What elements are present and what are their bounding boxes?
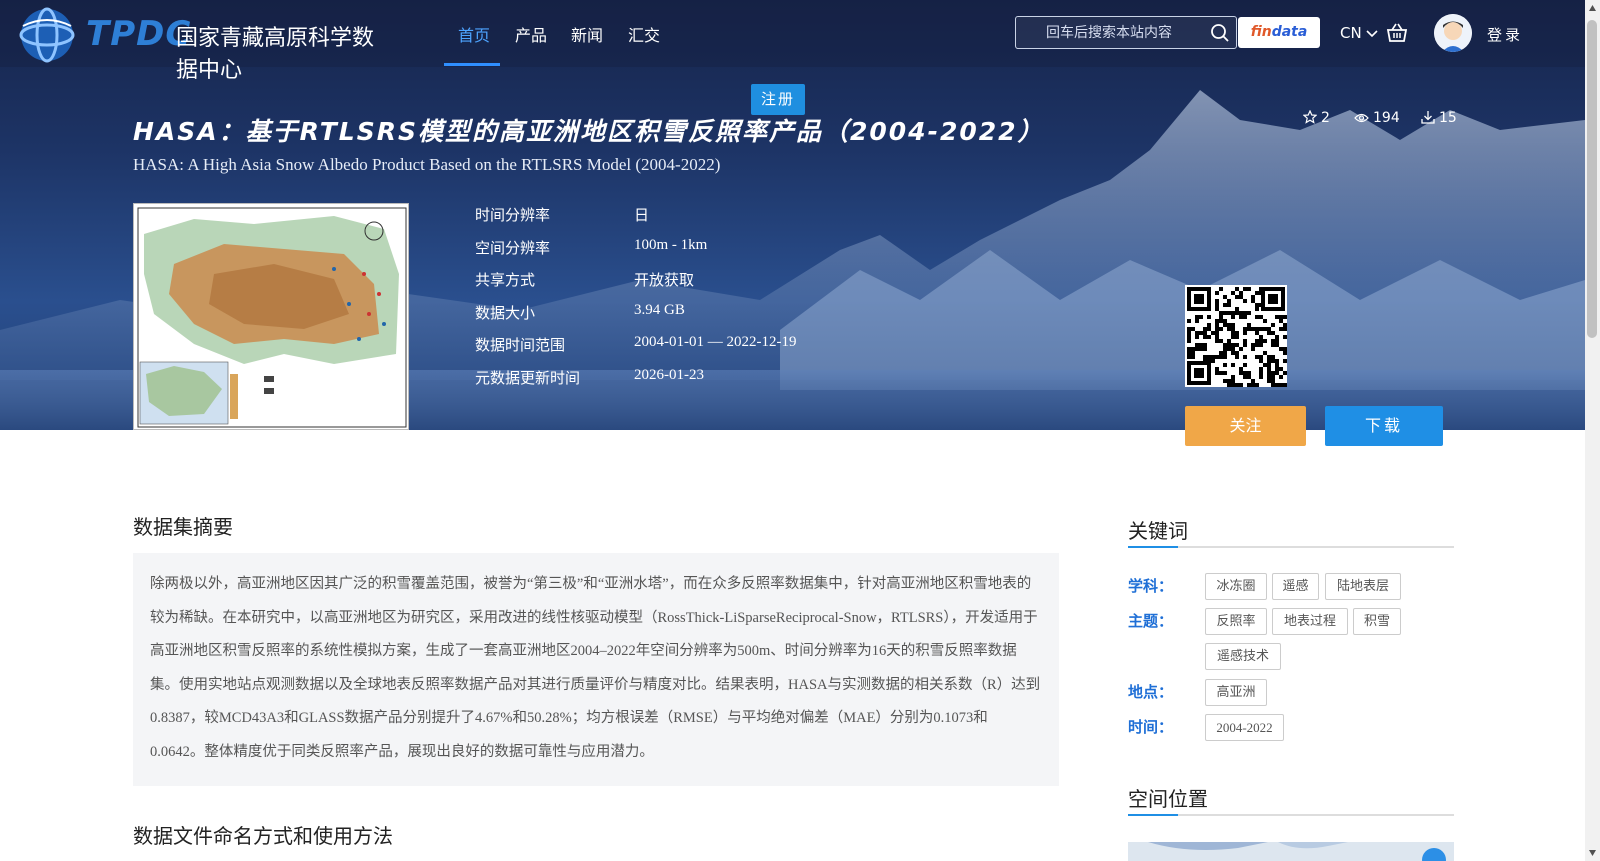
star-count[interactable]: 2	[1302, 109, 1330, 126]
site-logo[interactable]: TPDC 国家青藏高原科学数据中心	[14, 4, 394, 83]
keyword-tag[interactable]: 遥感技术	[1205, 643, 1281, 670]
spatial-heading: 空间位置	[1128, 787, 1208, 811]
star-count-value: 2	[1321, 110, 1330, 126]
scrollbar-thumb[interactable]	[1587, 20, 1597, 338]
language-label: CN	[1340, 24, 1362, 42]
view-count: 194	[1354, 110, 1400, 126]
follow-button[interactable]: 关注	[1185, 406, 1306, 446]
findata-right-text: data	[1271, 24, 1308, 40]
dataset-subtitle: HASA: A High Asia Snow Albedo Product Ba…	[133, 155, 721, 174]
info-value-time-range: 2004-01-01 — 2022-12-19	[634, 334, 797, 350]
keywords-heading: 关键词	[1128, 519, 1188, 543]
abstract-box: 除两极以外，高亚洲地区因其广泛的积雪覆盖范围，被誉为“第三极”和“亚洲水塔”，而…	[133, 553, 1059, 786]
page-scrollbar[interactable]	[1585, 0, 1600, 861]
keywords-divider	[1128, 546, 1454, 548]
info-value-data-size: 3.94 GB	[634, 302, 685, 318]
search-input[interactable]	[1046, 23, 1206, 43]
qr-code	[1185, 285, 1287, 387]
search-icon[interactable]	[1210, 23, 1230, 43]
info-label-spatial-resolution: 空间分辨率	[475, 239, 551, 257]
info-label-data-size: 数据大小	[475, 304, 536, 322]
info-value-metadata-updated: 2026-01-23	[634, 367, 704, 383]
keyword-tag[interactable]: 陆地表层	[1325, 573, 1401, 600]
avatar-icon	[1434, 14, 1472, 52]
qr-code-image	[1185, 285, 1287, 387]
scroll-down-icon[interactable]	[1588, 849, 1597, 857]
nav-products[interactable]: 产品	[515, 22, 547, 46]
download-button[interactable]: 下载	[1325, 406, 1443, 446]
download-icon	[1421, 111, 1435, 124]
keyword-tag[interactable]: 积雪	[1353, 608, 1401, 635]
findata-button[interactable]: findata	[1238, 17, 1320, 48]
search-box[interactable]	[1015, 16, 1237, 49]
eye-icon	[1354, 113, 1369, 123]
info-value-spatial-resolution: 100m - 1km	[634, 237, 708, 253]
study-area-map-image	[137, 207, 407, 428]
map-image	[1128, 842, 1454, 861]
download-count-value: 15	[1439, 110, 1457, 126]
dataset-thumbnail[interactable]	[133, 203, 409, 430]
findata-left-text: fin	[1250, 24, 1272, 40]
login-link[interactable]: 登录	[1487, 24, 1523, 45]
register-button[interactable]: 注册	[751, 84, 805, 115]
info-value-sharing: 开放获取	[634, 273, 695, 289]
keyword-tag[interactable]: 高亚洲	[1205, 679, 1267, 706]
keyword-tag[interactable]: 反照率	[1205, 608, 1267, 635]
cart-icon[interactable]	[1386, 22, 1408, 44]
info-value-temporal-resolution: 日	[634, 208, 650, 224]
chevron-down-icon	[1366, 30, 1379, 38]
logo-name: 国家青藏高原科学数据中心	[176, 26, 375, 83]
spatial-map[interactable]	[1128, 842, 1454, 861]
globe-logo-icon	[19, 7, 75, 63]
keyword-tag[interactable]: 2004-2022	[1205, 714, 1284, 741]
keyword-tag[interactable]: 地表过程	[1272, 608, 1348, 635]
nav-submit[interactable]: 汇交	[628, 22, 660, 46]
keyword-tag[interactable]: 遥感	[1272, 573, 1319, 600]
nav-home[interactable]: 首页	[458, 22, 490, 46]
info-label-temporal-resolution: 时间分辨率	[475, 206, 551, 224]
view-count-value: 194	[1373, 110, 1400, 126]
info-label-metadata-updated: 元数据更新时间	[475, 369, 581, 387]
download-count: 15	[1421, 110, 1457, 126]
nav-news[interactable]: 新闻	[571, 22, 603, 46]
scroll-up-icon[interactable]	[1588, 4, 1597, 12]
info-label-sharing: 共享方式	[475, 271, 536, 289]
star-icon	[1302, 109, 1318, 124]
spatial-divider	[1128, 814, 1454, 816]
keyword-label-time: 时间：	[1128, 718, 1174, 736]
keyword-label-theme: 主题：	[1128, 612, 1174, 630]
nav-active-indicator	[444, 63, 500, 66]
keyword-label-place: 地点：	[1128, 683, 1174, 701]
user-avatar[interactable]	[1434, 14, 1472, 52]
dataset-title: HASA：基于RTLSRS模型的高亚洲地区积雪反照率产品（2004-2022）	[133, 117, 1045, 146]
language-switch[interactable]: CN	[1340, 24, 1379, 42]
keyword-label-discipline: 学科：	[1128, 577, 1174, 595]
info-label-time-range: 数据时间范围	[475, 336, 566, 354]
keyword-tag[interactable]: 冰冻圈	[1205, 573, 1267, 600]
abstract-text: 除两极以外，高亚洲地区因其广泛的积雪覆盖范围，被誉为“第三极”和“亚洲水塔”，而…	[150, 576, 1041, 760]
abstract-heading: 数据集摘要	[133, 515, 233, 539]
file-naming-heading: 数据文件命名方式和使用方法	[133, 824, 393, 848]
